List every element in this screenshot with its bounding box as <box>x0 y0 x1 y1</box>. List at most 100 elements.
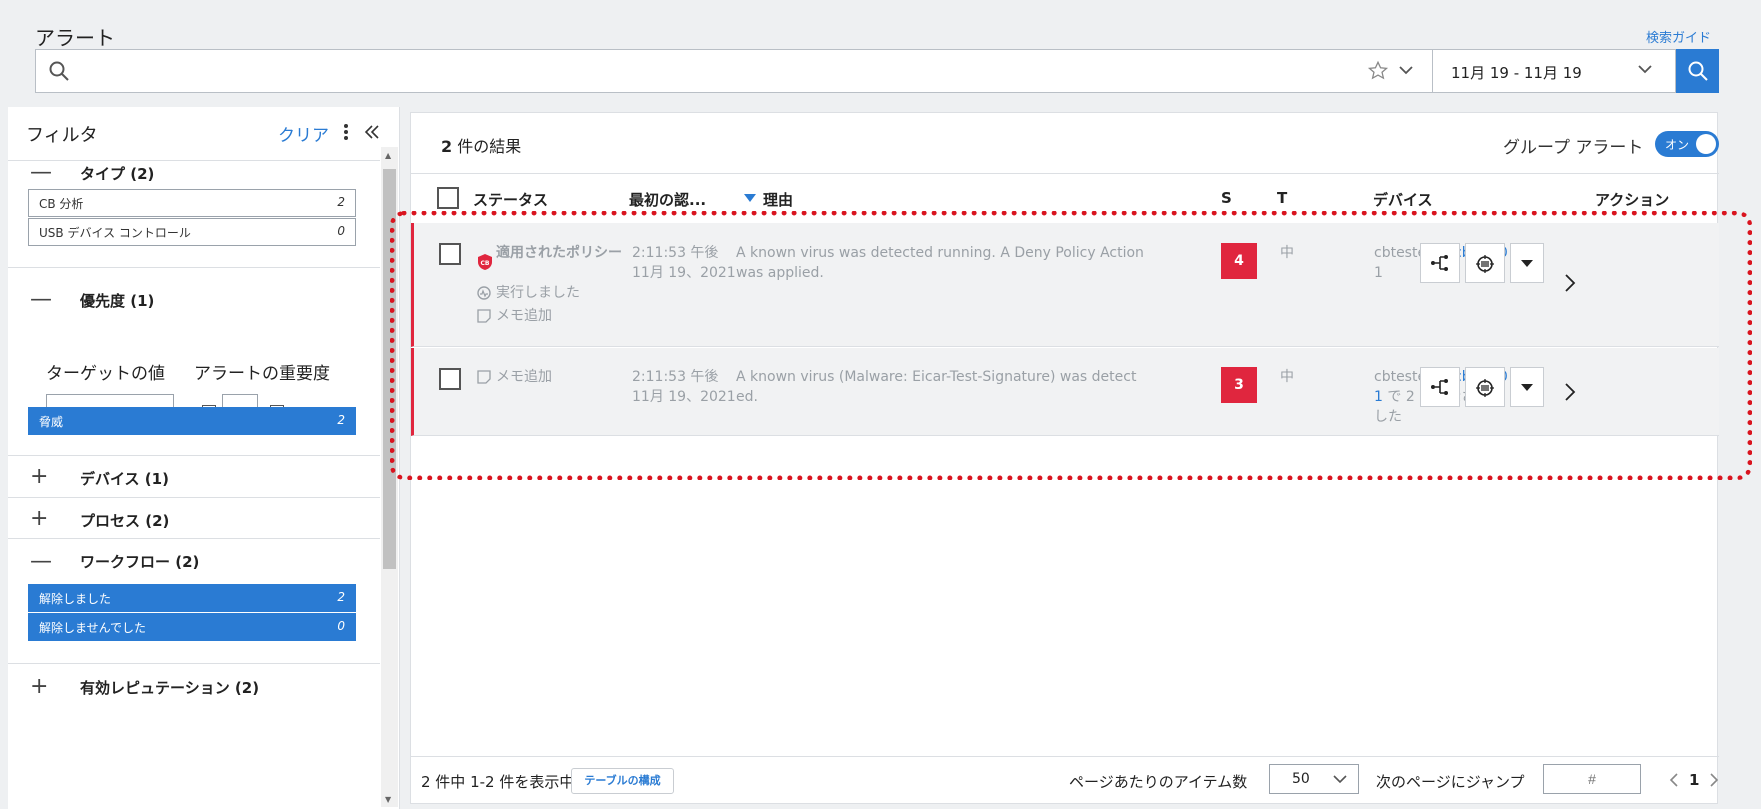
section-title-workflow[interactable]: ワークフロー (2) <box>80 551 199 572</box>
add-memo-link[interactable]: メモ追加 <box>496 306 552 326</box>
row-checkbox[interactable] <box>439 368 461 390</box>
filter-title: フィルタ <box>26 125 98 146</box>
process-tree-icon <box>1431 255 1448 271</box>
investigate-button[interactable] <box>1465 243 1505 283</box>
note-icon <box>477 370 491 384</box>
section-toggle-icon[interactable]: — <box>30 289 52 311</box>
filter-scrollbar[interactable]: ▲ ▼ <box>381 147 398 807</box>
section-title-reputation[interactable]: 有効レピュテーション (2) <box>80 677 259 698</box>
note-icon <box>477 309 491 323</box>
process-tree-button[interactable] <box>1420 243 1460 283</box>
group-alerts-label: グループ アラート <box>1503 138 1644 158</box>
section-toggle-icon[interactable]: + <box>30 508 48 530</box>
severity-badge: 4 <box>1221 243 1257 279</box>
first-seen-date: 11月 19、2021 <box>632 265 736 281</box>
first-seen-time: 2:11:53 午後 <box>632 369 719 385</box>
section-toggle-icon[interactable]: + <box>30 466 48 488</box>
filter-item-not-dismissed[interactable]: 解除しませんでした 0 <box>28 613 356 641</box>
filter-panel: フィルタ クリア — タイプ (2) CB 分析 2 USB デバイス コントロ… <box>8 107 400 809</box>
search-guide-link[interactable]: 検索ガイド <box>1646 27 1711 46</box>
more-options-icon[interactable] <box>343 123 349 141</box>
search-input[interactable] <box>82 58 1362 84</box>
table-row[interactable]: CB 適用されたポリシー 実行しました メモ追加 2:11:53 午後 11月 … <box>411 223 1719 347</box>
jump-to-page-input[interactable] <box>1543 764 1641 794</box>
select-all-checkbox[interactable] <box>437 187 459 209</box>
sort-descending-icon[interactable] <box>743 193 757 203</box>
star-icon[interactable] <box>1367 60 1389 82</box>
filter-item[interactable]: USB デバイス コントロール 0 <box>28 218 356 246</box>
collapse-panel-icon[interactable] <box>363 123 381 141</box>
investigate-button[interactable] <box>1465 367 1505 407</box>
prev-page-chevron-left-icon[interactable] <box>1669 773 1679 787</box>
column-header-device[interactable]: デバイス <box>1373 189 1433 210</box>
first-seen-date: 11月 19、2021 <box>632 389 736 405</box>
column-header-severity[interactable]: S <box>1221 189 1232 207</box>
run-status-icon <box>477 286 491 300</box>
column-header-reason[interactable]: 理由 <box>763 189 793 210</box>
section-title-type[interactable]: タイプ (2) <box>80 163 154 184</box>
section-title-process[interactable]: プロセス (2) <box>80 510 169 531</box>
reason-text: A known virus was detected running. A De… <box>736 245 1144 261</box>
scroll-up-icon[interactable]: ▲ <box>385 151 391 160</box>
group-alerts-toggle[interactable]: オン <box>1655 131 1719 157</box>
filter-item-label: 解除しませんでした <box>39 621 147 635</box>
section-title-device[interactable]: デバイス (1) <box>80 468 169 489</box>
alert-status[interactable]: 適用されたポリシー <box>496 243 626 263</box>
add-memo-link[interactable]: メモ追加 <box>496 367 552 387</box>
scrollbar-thumb[interactable] <box>383 169 396 569</box>
filter-item-label: CB 分析 <box>39 197 84 211</box>
next-page-chevron-right-icon[interactable] <box>1709 773 1719 787</box>
filter-item-dismissed[interactable]: 解除しました 2 <box>28 584 356 612</box>
device-host-link[interactable]: 1 <box>1374 263 1383 283</box>
filter-item-count: 2 <box>337 590 345 604</box>
page-title: アラート <box>35 26 115 50</box>
actions-dropdown-button[interactable] <box>1510 367 1544 407</box>
toggle-state-label: オン <box>1665 138 1690 152</box>
run-status-text: 実行しました <box>496 285 580 301</box>
filter-item[interactable]: CB 分析 2 <box>28 189 356 217</box>
section-toggle-icon[interactable]: — <box>30 162 52 184</box>
section-toggle-icon[interactable]: + <box>30 676 48 698</box>
chevron-down-icon <box>1637 63 1653 75</box>
reason-text: ed. <box>736 389 758 405</box>
search-button[interactable] <box>1676 49 1719 93</box>
items-per-page-label: ページあたりのアイテム数 <box>1069 773 1248 791</box>
items-per-page-select[interactable]: 50 <box>1269 764 1359 794</box>
target-value: 中 <box>1280 369 1294 385</box>
filter-item-count: 0 <box>337 224 345 238</box>
table-row[interactable]: メモ追加 2:11:53 午後 11月 19、2021 A known viru… <box>411 348 1719 436</box>
section-toggle-icon[interactable]: — <box>30 551 52 573</box>
filter-item-label: 解除しました <box>39 592 112 606</box>
section-title-priority[interactable]: 優先度 (1) <box>80 290 154 311</box>
date-range-value: 11月 19 - 11月 19 <box>1451 64 1582 82</box>
reason-text: was applied. <box>736 265 824 281</box>
column-header-first-seen[interactable]: 最初の認... <box>629 189 706 210</box>
caret-down-icon <box>1521 260 1533 267</box>
filter-item-count: 0 <box>337 619 345 633</box>
row-expand-chevron-right-icon[interactable] <box>1564 273 1576 293</box>
table-config-button[interactable]: テーブルの構成 <box>571 768 674 794</box>
column-header-action: アクション <box>1595 191 1670 209</box>
scroll-down-icon[interactable]: ▼ <box>385 795 391 804</box>
device-occurrences: した <box>1374 409 1402 425</box>
column-header-status[interactable]: ステータス <box>473 189 548 210</box>
jump-to-page-label: 次のページにジャンプ <box>1376 773 1525 791</box>
column-header-target[interactable]: T <box>1277 189 1287 207</box>
target-icon <box>1476 379 1494 397</box>
severity-badge: 3 <box>1221 367 1257 403</box>
caret-down-icon <box>1521 384 1533 391</box>
filter-item-threat[interactable]: 脅威 2 <box>28 407 356 435</box>
date-range-picker[interactable]: 11月 19 - 11月 19 <box>1432 49 1676 93</box>
row-checkbox[interactable] <box>439 243 461 265</box>
toggle-knob <box>1696 134 1716 154</box>
items-per-page-value: 50 <box>1292 771 1310 787</box>
target-value-label: ターゲットの値 <box>46 364 165 384</box>
saved-searches-chevron-down-icon[interactable] <box>1398 64 1414 76</box>
clear-filters-link[interactable]: クリア <box>278 121 329 146</box>
process-tree-button[interactable] <box>1420 367 1460 407</box>
filter-item-label: USB デバイス コントロール <box>39 226 191 240</box>
pagination-summary: 2 件中 1-2 件を表示中 <box>421 773 575 791</box>
search-bar: 11月 19 - 11月 19 <box>35 49 1719 93</box>
row-expand-chevron-right-icon[interactable] <box>1564 382 1576 402</box>
actions-dropdown-button[interactable] <box>1510 243 1544 283</box>
